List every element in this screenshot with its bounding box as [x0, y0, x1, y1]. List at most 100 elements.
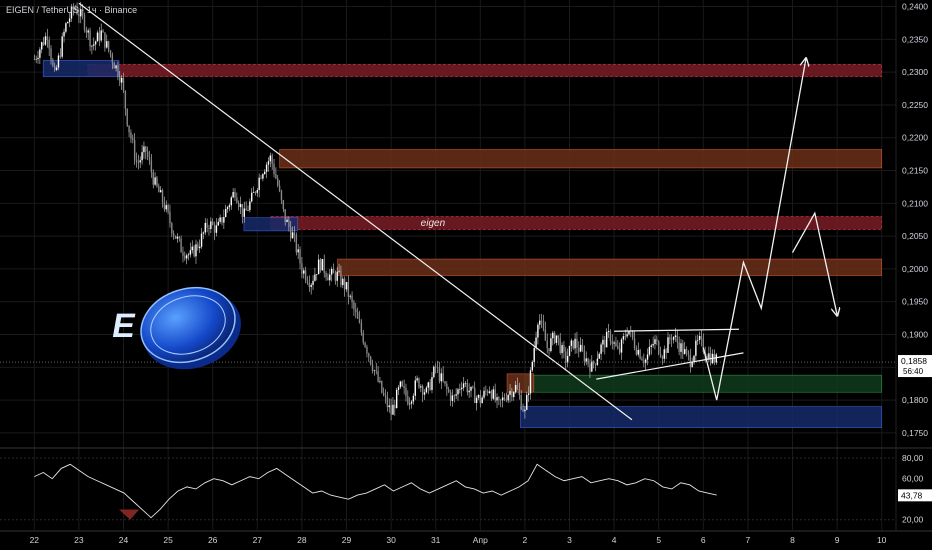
- time-tick-10: Апр: [473, 535, 488, 545]
- candle-body-316: [620, 339, 623, 353]
- candle-body-44: [115, 65, 117, 69]
- price-tick-3: 0,2250: [902, 100, 928, 110]
- candle-body-290: [572, 340, 574, 349]
- candle-body-33: [94, 41, 97, 45]
- candle-body-37: [102, 30, 104, 33]
- candle-body-218: [438, 367, 441, 382]
- candle-body-252: [501, 397, 504, 401]
- candle-body-62: [148, 156, 151, 161]
- candle-body-63: [150, 160, 153, 173]
- time-tick-11: 2: [523, 535, 528, 545]
- candle-body-292: [576, 338, 578, 348]
- candle-body-174: [356, 312, 359, 319]
- candle-body-167: [343, 278, 346, 290]
- rsi-current-label: 43,78: [901, 490, 923, 500]
- candle-body-225: [451, 395, 454, 401]
- candle-body-319: [626, 334, 628, 337]
- candle-body-299: [589, 363, 591, 372]
- candle-body-231: [462, 383, 465, 388]
- candle-body-223: [448, 389, 450, 392]
- candle-body-236: [472, 386, 474, 388]
- candle-body-331: [648, 346, 651, 355]
- candle-body-105: [228, 205, 231, 208]
- candle-body-357: [697, 339, 699, 341]
- candle-body-27: [83, 15, 86, 30]
- candle-body-125: [265, 164, 268, 172]
- candle-body-284: [561, 345, 563, 354]
- candle-body-13: [57, 55, 60, 68]
- time-tick-6: 28: [297, 535, 307, 545]
- candle-body-102: [223, 217, 225, 223]
- candle-body-340: [665, 349, 667, 353]
- candle-body-52: [130, 132, 132, 139]
- candle-body-41: [109, 50, 112, 55]
- candle-body-245: [488, 391, 491, 393]
- candle-body-205: [414, 380, 416, 396]
- candle-body-343: [671, 339, 673, 341]
- candle-body-143: [299, 249, 301, 264]
- candle-body-280: [553, 332, 556, 343]
- candle-body-67: [158, 186, 160, 193]
- time-tick-8: 30: [386, 535, 396, 545]
- candle-body-337: [659, 353, 662, 357]
- candle-body-147: [306, 280, 309, 284]
- time-tick-0: 22: [30, 535, 40, 545]
- candle-body-69: [161, 190, 164, 203]
- candle-body-213: [429, 382, 431, 390]
- candle-body-230: [461, 387, 463, 390]
- candle-body-339: [663, 349, 665, 359]
- candle-body-146: [304, 270, 307, 281]
- time-tick-14: 5: [656, 535, 661, 545]
- candle-body-162: [334, 273, 337, 281]
- candle-body-312: [613, 342, 615, 344]
- candle-body-131: [277, 178, 279, 186]
- time-tick-17: 8: [790, 535, 795, 545]
- time-tick-9: 31: [431, 535, 441, 545]
- price-tick-13: 0,1750: [902, 428, 928, 438]
- candle-body-335: [656, 339, 658, 342]
- candle-body-354: [691, 362, 693, 367]
- candle-body-196: [397, 387, 400, 390]
- candle-body-3: [39, 49, 41, 58]
- candle-body-169: [347, 282, 350, 297]
- candle-body-220: [442, 373, 444, 382]
- candle-body-291: [574, 338, 576, 349]
- candle-body-85: [191, 246, 193, 251]
- candle-body-199: [403, 385, 405, 389]
- candle-body-241: [481, 397, 483, 404]
- candle-body-50: [126, 108, 128, 126]
- candle-body-191: [388, 405, 390, 408]
- candle-body-186: [379, 381, 381, 382]
- price-tick-7: 0,2050: [902, 231, 928, 241]
- zone-0: [87, 63, 883, 78]
- candle-body-79: [180, 238, 182, 253]
- candle-body-269: [533, 347, 535, 363]
- candle-body-214: [431, 377, 433, 390]
- candle-body-149: [310, 284, 312, 288]
- candle-body-15: [61, 36, 63, 57]
- candle-body-122: [260, 177, 262, 179]
- candle-body-367: [715, 354, 718, 363]
- candle-body-135: [284, 209, 286, 223]
- zone-5: [520, 406, 883, 428]
- candle-body-300: [591, 361, 593, 372]
- candle-body-81: [184, 255, 186, 259]
- candle-body-187: [381, 381, 383, 393]
- zone-2: [270, 216, 883, 230]
- candle-body-97: [213, 224, 216, 233]
- candle-body-91: [202, 232, 205, 234]
- rsi-tick-0: 80,00: [902, 453, 924, 463]
- candle-body-84: [189, 250, 192, 255]
- candle-body-263: [522, 409, 524, 412]
- candle-body-58: [141, 152, 143, 161]
- candle-body-192: [390, 405, 392, 415]
- candle-body-249: [496, 397, 498, 401]
- price-chart[interactable]: eigen 0,2400 0,2350 0,2300 0,2250 0,2200 0,215…: [0, 0, 932, 550]
- candle-body-124: [264, 171, 266, 175]
- zone-3: [337, 258, 882, 276]
- candle-body-311: [611, 341, 613, 344]
- candle-body-72: [167, 205, 169, 212]
- candle-body-78: [178, 236, 180, 239]
- candle-body-158: [327, 277, 329, 281]
- candle-body-164: [338, 270, 340, 272]
